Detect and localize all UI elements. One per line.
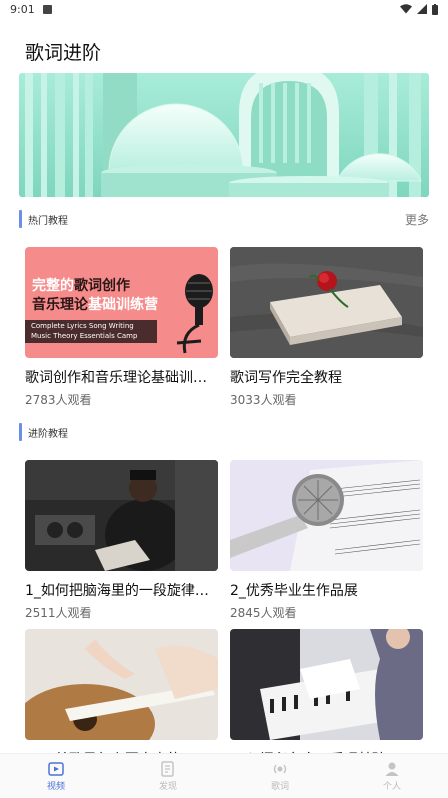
course-card[interactable]: 歌词写作完全教程 3033人观看 (230, 247, 423, 408)
status-bar: 9:01 (0, 0, 448, 18)
thumb-text: 完整的 (32, 278, 74, 294)
tab-label: 个人 (382, 781, 401, 792)
course-thumbnail (230, 460, 423, 571)
course-card[interactable]: 3_一首歌是怎么写出来的 (25, 629, 218, 769)
course-card[interactable]: 2_优秀毕业生作品展 2845人观看 (230, 460, 423, 621)
discover-icon (161, 760, 174, 777)
course-title: 1_如何把脑海里的一段旋律写出来 (25, 583, 218, 599)
tab-label: 视频 (46, 781, 65, 792)
section-marker (19, 423, 22, 441)
thumb-text: 音乐理论 (32, 297, 88, 313)
page-title: 歌词进阶 (25, 42, 102, 64)
microphone-sheet-image (230, 460, 423, 571)
thumb-text: 基础训练营 (88, 297, 158, 313)
banner-image[interactable] (19, 73, 429, 197)
tab-video[interactable]: 视频 (0, 754, 112, 798)
tab-discover[interactable]: 发现 (112, 754, 224, 798)
lyrics-icon (273, 764, 287, 773)
tab-label: 歌词 (270, 781, 289, 792)
course-thumbnail: 完整的歌词创作 音乐理论基础训练营 Complete Lyrics Song W… (25, 247, 218, 358)
course-views: 2845人观看 (230, 606, 297, 620)
wifi-icon (400, 4, 412, 14)
course-thumbnail (25, 629, 218, 740)
section-title: 进阶教程 (28, 428, 68, 440)
course-thumbnail (25, 460, 218, 571)
tab-profile[interactable]: 个人 (336, 754, 448, 798)
status-time: 9:01 (10, 2, 35, 16)
course-views: 3033人观看 (230, 393, 297, 407)
section-marker (19, 210, 22, 228)
more-link[interactable]: 更多 (405, 211, 429, 228)
course-thumbnail (230, 629, 423, 740)
course-views: 2511人观看 (25, 606, 92, 620)
thumb-text: Music Theory Essentials Camp (31, 332, 138, 340)
course-views: 2783人观看 (25, 393, 92, 407)
thumb-text: Complete Lyrics Song Writing (31, 322, 134, 330)
section-advanced: 进阶教程 (19, 422, 429, 442)
tab-lyrics[interactable]: 歌词 (224, 754, 336, 798)
book-rose-image (230, 247, 423, 358)
banner-illustration (19, 73, 429, 197)
course-card[interactable]: 4_入门必备实用乐理基础 (230, 629, 423, 769)
course-card[interactable]: 完整的歌词创作 音乐理论基础训练营 Complete Lyrics Song W… (25, 247, 218, 408)
microphone-icon (176, 274, 213, 354)
course-title: 2_优秀毕业生作品展 (230, 583, 358, 599)
battery-icon (432, 3, 438, 15)
guitar-notebook-image (25, 629, 218, 740)
status-icons (400, 3, 438, 15)
section-title: 热门教程 (28, 215, 68, 227)
course-card[interactable]: 1_如何把脑海里的一段旋律写出来 2511人观看 (25, 460, 218, 621)
keyboard-image (230, 629, 423, 740)
notification-icon (42, 4, 52, 14)
section-hot: 热门教程 更多 (19, 209, 429, 229)
course-title: 歌词创作和音乐理论基础训练营 (25, 370, 218, 386)
video-icon (48, 761, 64, 776)
thumb-text: 歌词创作 (74, 278, 130, 294)
signal-icon (417, 4, 427, 14)
studio-image (25, 460, 218, 571)
course-thumbnail (230, 247, 423, 358)
course-title: 歌词写作完全教程 (230, 370, 342, 386)
tab-label: 发现 (158, 781, 177, 792)
user-icon (385, 762, 399, 776)
bottom-tab-bar: 视频 发现 歌词 个人 (0, 753, 448, 798)
